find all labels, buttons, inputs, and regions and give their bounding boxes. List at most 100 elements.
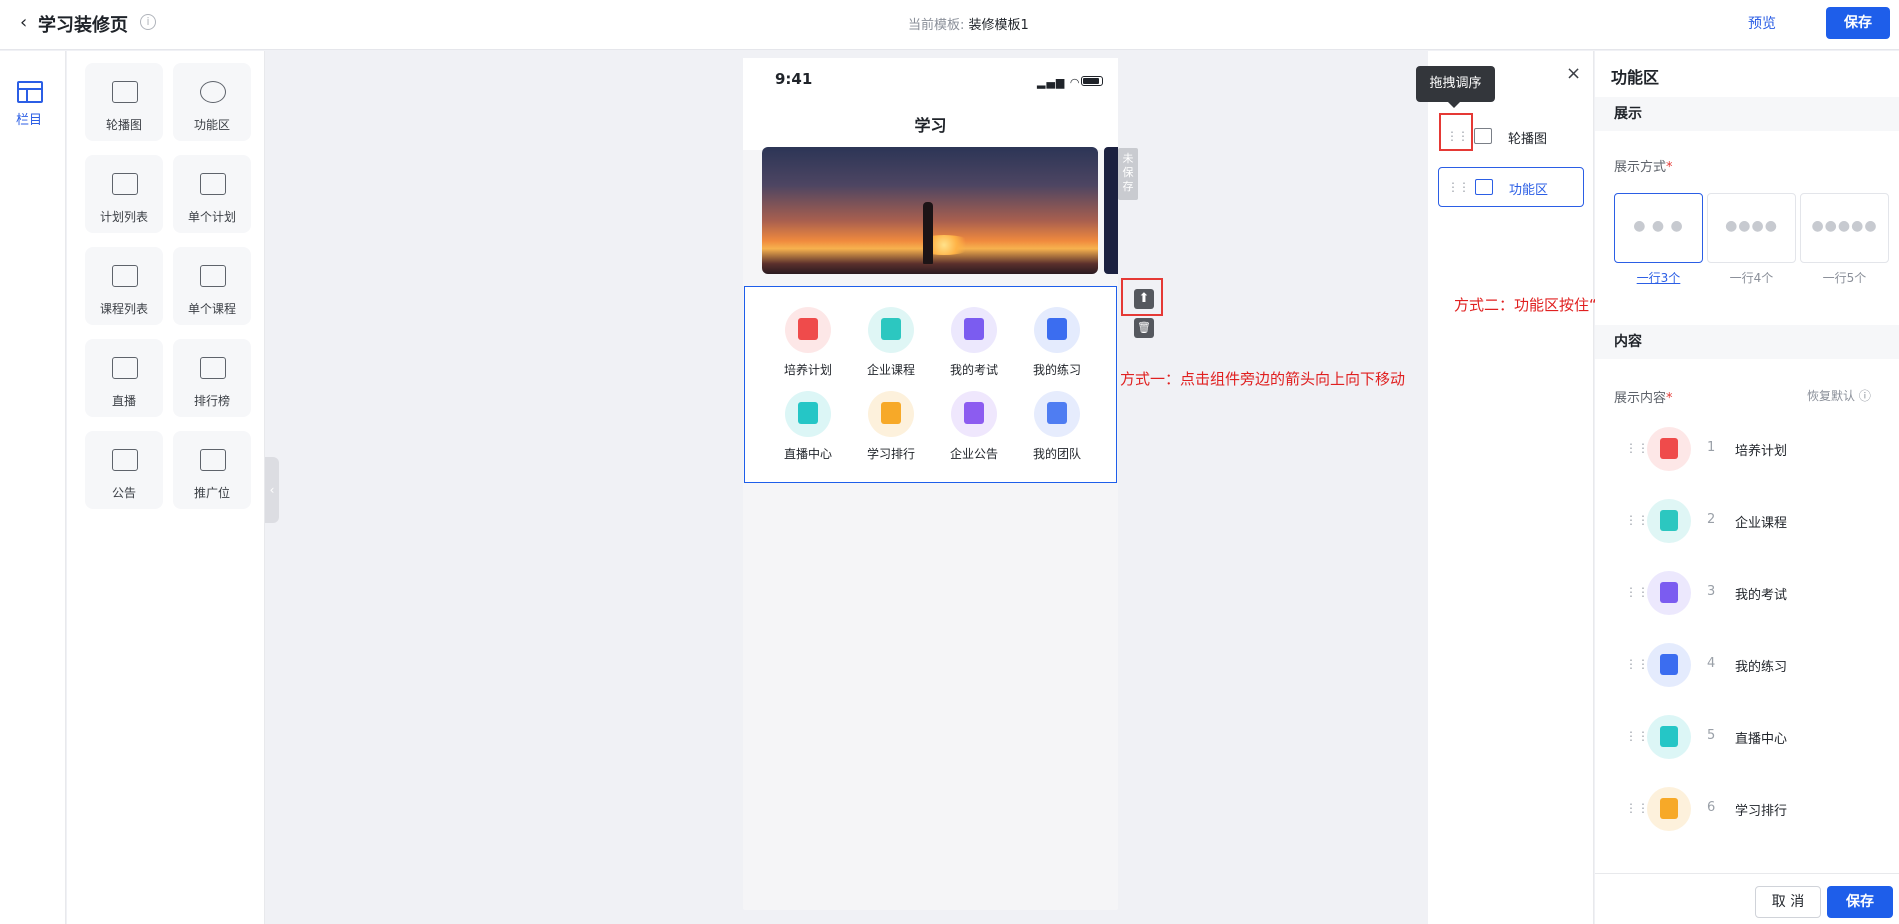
content-list-item[interactable]: ⋮⋮ 1 培养计划 [1625,421,1885,477]
layout-icon[interactable] [17,81,43,103]
content-list-item[interactable]: ⋮⋮ 4 我的练习 [1625,637,1885,693]
properties-panel: 功能区 展示 展示方式* ● ● ● ●●●● ●●●●● 一行3个 一行4个 … [1595,51,1899,924]
component-course-list[interactable]: 课程列表 [85,247,163,325]
content-list-item[interactable]: ⋮⋮ 5 直播中心 [1625,709,1885,765]
content-list-item[interactable]: ⋮⋮ 6 学习排行 [1625,781,1885,837]
function-area-block[interactable]: 培养计划 企业课程 我的考试 我的练习 直播中心 学习排行 企业公告 我的团队 [744,286,1117,483]
plan-icon [785,307,831,353]
function-item[interactable]: 我的练习 [1014,307,1096,387]
carousel-next-slide [1104,147,1118,274]
save-button[interactable]: 保存 [1827,886,1893,918]
column-order-panel: 栏目 × ⋮⋮ 轮播图 ⋮⋮ 功能区 [1428,51,1594,924]
phone-header: 9:41 ▂▄▆ ◠ 学习 [743,58,1118,150]
style-label-5[interactable]: 一行5个 [1800,269,1889,286]
back-icon[interactable]: ‹ [20,12,27,33]
status-time: 9:41 [775,70,813,88]
function-item[interactable]: 学习排行 [848,391,930,471]
preview-link[interactable]: 预览 [1748,13,1776,33]
function-item[interactable]: 企业课程 [848,307,930,387]
layers-icon [112,265,138,287]
annotation-method-one: 方式一：点击组件旁边的箭头向上向下移动 [1120,370,1406,388]
page-title: 学习装修页 [38,15,128,36]
course-icon [868,307,914,353]
top-bar: ‹ 学习装修页 i 当前模板: 装修模板1 预览 保存 [0,0,1899,50]
component-plan-list[interactable]: 计划列表 [85,155,163,233]
battery-icon [1081,76,1103,86]
function-item[interactable]: 直播中心 [765,391,847,471]
grid-icon [1475,179,1493,195]
silhouette-figure [923,202,933,264]
restore-default-link[interactable]: 恢复默认 ⓘ [1807,387,1871,404]
style-option-4[interactable]: ●●●● [1707,193,1796,263]
collapse-panel-handle[interactable]: ‹ [265,457,279,523]
practice-icon [1034,307,1080,353]
properties-title: 功能区 [1611,68,1660,87]
function-item[interactable]: 培养计划 [765,307,847,387]
practice-icon [1647,643,1691,687]
carousel-banner[interactable] [762,147,1098,274]
rail-label-columns[interactable]: 栏目 [16,109,42,128]
component-carousel[interactable]: 轮播图 [85,63,163,141]
image-icon [1474,128,1492,144]
component-ranking[interactable]: 排行榜 [173,339,251,417]
live-icon [785,391,831,437]
calendar-icon [200,173,226,195]
order-item-function-area[interactable]: ⋮⋮ 功能区 [1438,167,1584,207]
ranking-icon [868,391,914,437]
content-list-item[interactable]: ⋮⋮ 3 我的考试 [1625,565,1885,621]
placeholder-dots: ● ● ● [1633,218,1684,234]
exam-icon [1647,571,1691,615]
function-item[interactable]: 我的考试 [931,307,1013,387]
help-icon: ⓘ [1858,389,1871,403]
delete-button[interactable]: 🗑 [1134,318,1154,338]
component-live[interactable]: 直播 [85,339,163,417]
bar-chart-icon [200,357,226,379]
grid-icon [200,81,226,103]
cancel-button[interactable]: 取 消 [1755,886,1821,918]
component-promotion[interactable]: 推广位 [173,431,251,509]
move-up-highlight [1121,278,1163,316]
content-list-item[interactable]: ⋮⋮ 2 企业课程 [1625,493,1885,549]
placeholder-dots: ●●●●● [1811,218,1878,234]
component-function-area[interactable]: 功能区 [173,63,251,141]
section-display: 展示 [1595,97,1899,131]
component-single-plan[interactable]: 单个计划 [173,155,251,233]
style-option-3[interactable]: ● ● ● [1614,193,1703,263]
style-option-5[interactable]: ●●●●● [1800,193,1889,263]
section-content: 内容 [1595,325,1899,359]
plan-icon [1647,427,1691,471]
drag-handle-icon[interactable]: ⋮⋮ [1625,729,1649,743]
book-icon [200,265,226,287]
save-button-top[interactable]: 保存 [1826,7,1890,39]
megaphone-icon [112,449,138,471]
close-icon[interactable]: × [1566,63,1581,84]
drag-handle-icon[interactable]: ⋮⋮ [1447,180,1470,194]
component-palette: 轮播图 功能区 计划列表 单个计划 课程列表 单个课程 直播 排行榜 公告 推广… [67,51,265,924]
function-item[interactable]: 企业公告 [931,391,1013,471]
style-label-3[interactable]: 一行3个 [1614,269,1703,286]
drag-handle-icon[interactable]: ⋮⋮ [1625,441,1649,455]
video-icon [112,357,138,379]
display-mode-label: 展示方式* [1614,160,1673,175]
current-template: 当前模板: 装修模板1 [908,18,1029,33]
signal-wifi-icon: ▂▄▆ ◠ [1037,76,1081,89]
component-announcement[interactable]: 公告 [85,431,163,509]
drag-handle-icon[interactable]: ⋮⋮ [1625,801,1649,815]
style-label-4[interactable]: 一行4个 [1707,269,1796,286]
function-item[interactable]: 我的团队 [1014,391,1096,471]
drag-handle-icon[interactable]: ⋮⋮ [1625,513,1649,527]
component-single-course[interactable]: 单个课程 [173,247,251,325]
ranking-icon [1647,787,1691,831]
phone-title: 学习 [914,116,947,135]
unsaved-badge: 未保存 [1118,148,1138,200]
drag-handle-icon[interactable]: ⋮⋮ [1625,657,1649,671]
info-icon[interactable]: i [140,14,156,30]
announcement-icon [951,391,997,437]
course-icon [1647,499,1691,543]
image-icon [112,81,138,103]
phone-preview: 9:41 ▂▄▆ ◠ 学习 未保存 培养计划 企业课程 我的考试 我的练习 直播… [743,58,1138,910]
picture-icon [200,449,226,471]
drag-sort-tooltip: 拖拽调序 [1416,66,1495,108]
drag-handle-icon[interactable]: ⋮⋮ [1625,585,1649,599]
stack-icon [112,173,138,195]
